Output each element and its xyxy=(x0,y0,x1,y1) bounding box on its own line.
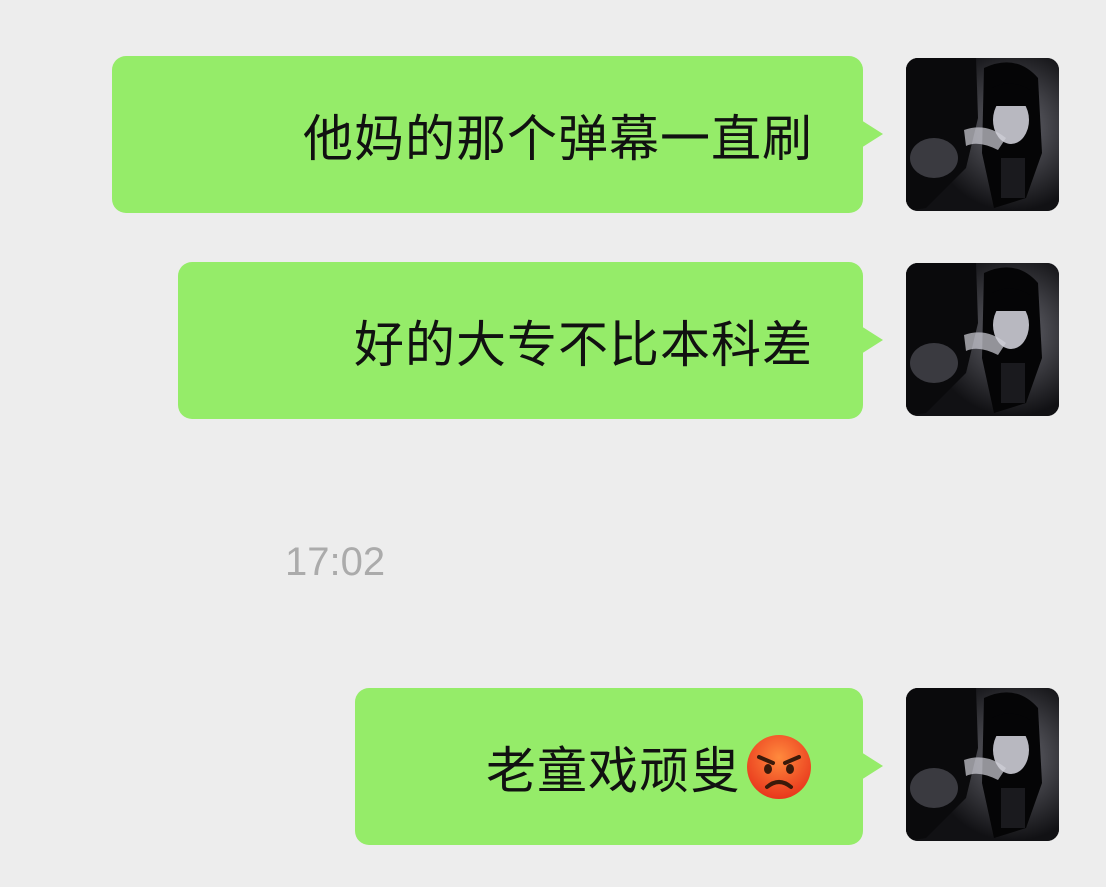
message-text: 老童戏顽叟 xyxy=(486,741,741,800)
message-text: 他妈的那个弹幕一直刷 xyxy=(303,109,813,168)
message-timestamp: 17:02 xyxy=(285,540,386,584)
message-bubble[interactable]: 他妈的那个弹幕一直刷 xyxy=(112,56,883,213)
message-text: 好的大专不比本科差 xyxy=(354,315,813,374)
angry-face-emoji xyxy=(745,733,813,801)
message-bubble[interactable]: 老童戏顽叟 xyxy=(355,688,883,845)
user-avatar-icon[interactable] xyxy=(906,688,1059,841)
message-bubble[interactable]: 好的大专不比本科差 xyxy=(178,262,883,419)
user-avatar-icon[interactable] xyxy=(906,58,1059,211)
user-avatar-icon[interactable] xyxy=(906,263,1059,416)
chat-area: 他妈的那个弹幕一直刷 好的大专不比本科差 17:02 老童戏顽叟 xyxy=(0,0,1106,887)
